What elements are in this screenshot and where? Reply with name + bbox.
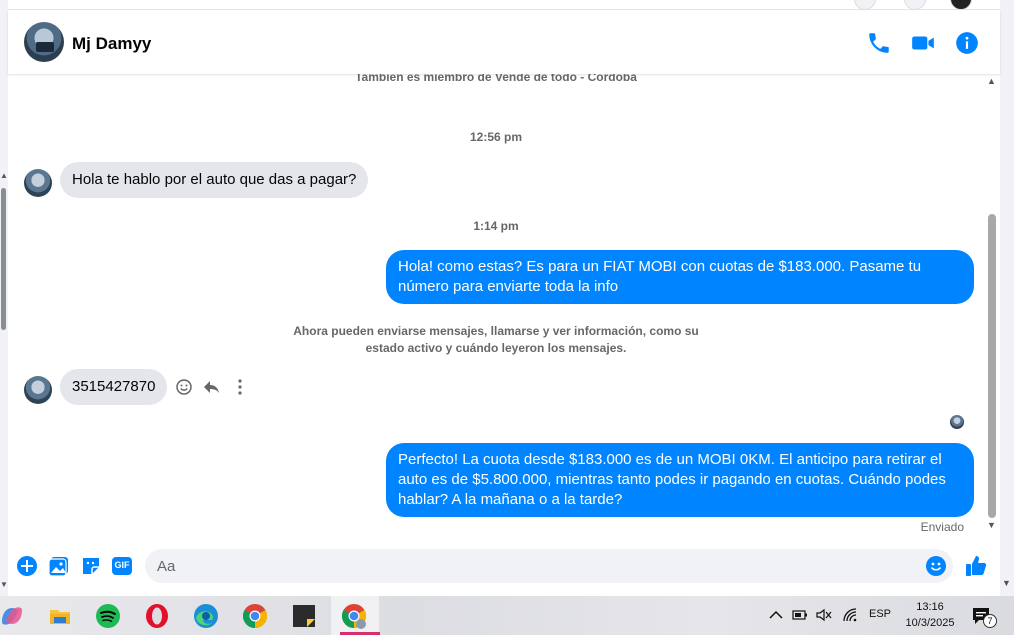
message-input-wrapper	[145, 549, 953, 583]
toolbar-circle-button[interactable]	[854, 0, 876, 10]
file-explorer-icon[interactable]	[44, 600, 76, 632]
spotify-icon[interactable]	[92, 600, 124, 632]
language-indicator[interactable]: ESP	[869, 608, 891, 620]
opera-icon[interactable]	[141, 600, 173, 632]
group-membership-notice: También es miembro de Vende de todo - Có…	[355, 74, 637, 84]
clock-time: 13:16	[916, 601, 944, 613]
seen-avatar	[950, 415, 964, 429]
reply-icon[interactable]	[202, 377, 222, 397]
gif-icon[interactable]: GIF	[111, 555, 133, 577]
image-icon[interactable]	[48, 555, 70, 577]
chat-scrollbar[interactable]: ▲ ▼	[984, 74, 1000, 534]
windows-taskbar: ESP 13:16 10/3/2025 7	[0, 596, 1014, 635]
edge-icon[interactable]	[190, 600, 222, 632]
message-timestamp: 1:14 pm	[473, 219, 519, 233]
contact-avatar[interactable]	[24, 22, 64, 62]
message-list[interactable]: También es miembro de Vende de todo - Có…	[8, 74, 984, 542]
taskbar-clock[interactable]: 13:16 10/3/2025	[902, 599, 958, 631]
scroll-up-arrow[interactable]: ▲	[987, 76, 996, 86]
plus-circle-icon[interactable]	[16, 555, 38, 577]
scroll-thumb[interactable]	[988, 214, 996, 518]
page-scrollbar[interactable]: ▲ ▼	[0, 0, 8, 596]
sticker-icon[interactable]	[80, 555, 102, 577]
volume-muted-icon[interactable]	[815, 606, 833, 624]
contact-name[interactable]: Mj Damyy	[72, 34, 151, 54]
sent-status: Enviado	[920, 520, 964, 534]
scroll-down-arrow[interactable]: ▼	[0, 580, 8, 590]
scroll-up-arrow[interactable]: ▲	[0, 171, 8, 181]
emoji-react-icon[interactable]	[174, 377, 194, 397]
outgoing-message[interactable]: Perfecto! La cuota desde $183.000 es de …	[386, 443, 974, 517]
window-scrollbar[interactable]: ▼	[1000, 0, 1014, 596]
wifi-icon[interactable]	[841, 606, 859, 624]
sticky-notes-icon[interactable]	[288, 600, 320, 632]
notification-count-badge: 7	[983, 614, 997, 628]
show-hidden-icons-chevron-icon[interactable]	[767, 606, 785, 624]
chrome-icon[interactable]	[239, 600, 271, 632]
profile-avatar[interactable]	[950, 0, 972, 10]
chrome-active-icon[interactable]	[338, 600, 380, 635]
thumbs-up-icon[interactable]	[964, 554, 988, 578]
sender-avatar[interactable]	[24, 169, 52, 197]
top-toolbar-strip	[8, 0, 1000, 10]
scroll-down-arrow[interactable]: ▼	[987, 520, 996, 530]
clock-date: 10/3/2025	[905, 617, 955, 629]
message-input[interactable]	[157, 549, 917, 583]
sender-avatar[interactable]	[24, 376, 52, 404]
scroll-down-arrow[interactable]: ▼	[1002, 578, 1011, 588]
phone-icon[interactable]	[866, 30, 892, 56]
privacy-notice: Ahora pueden enviarse mensajes, llamarse…	[293, 324, 699, 355]
battery-icon[interactable]	[791, 606, 809, 624]
gif-label: GIF	[114, 560, 130, 570]
messenger-window: ▲ ▼ ▼ Mj Damyy También es miembro de Ven…	[0, 0, 1014, 635]
toolbar-circle-button[interactable]	[904, 0, 926, 10]
message-timestamp: 12:56 pm	[469, 130, 523, 144]
copilot-icon[interactable]	[0, 600, 28, 632]
info-icon[interactable]	[954, 30, 980, 56]
outgoing-message[interactable]: Hola! como estas? Es para un FIAT MOBI c…	[386, 250, 974, 304]
message-composer: GIF	[8, 542, 1000, 596]
incoming-message[interactable]: 3515427870	[60, 369, 168, 405]
incoming-message[interactable]: Hola te hablo por el auto que das a paga…	[60, 162, 369, 198]
video-icon[interactable]	[910, 30, 936, 56]
emoji-icon[interactable]	[925, 555, 947, 577]
chat-header: Mj Damyy	[8, 10, 1000, 74]
more-icon[interactable]	[230, 377, 250, 397]
scroll-thumb[interactable]	[1, 188, 6, 330]
